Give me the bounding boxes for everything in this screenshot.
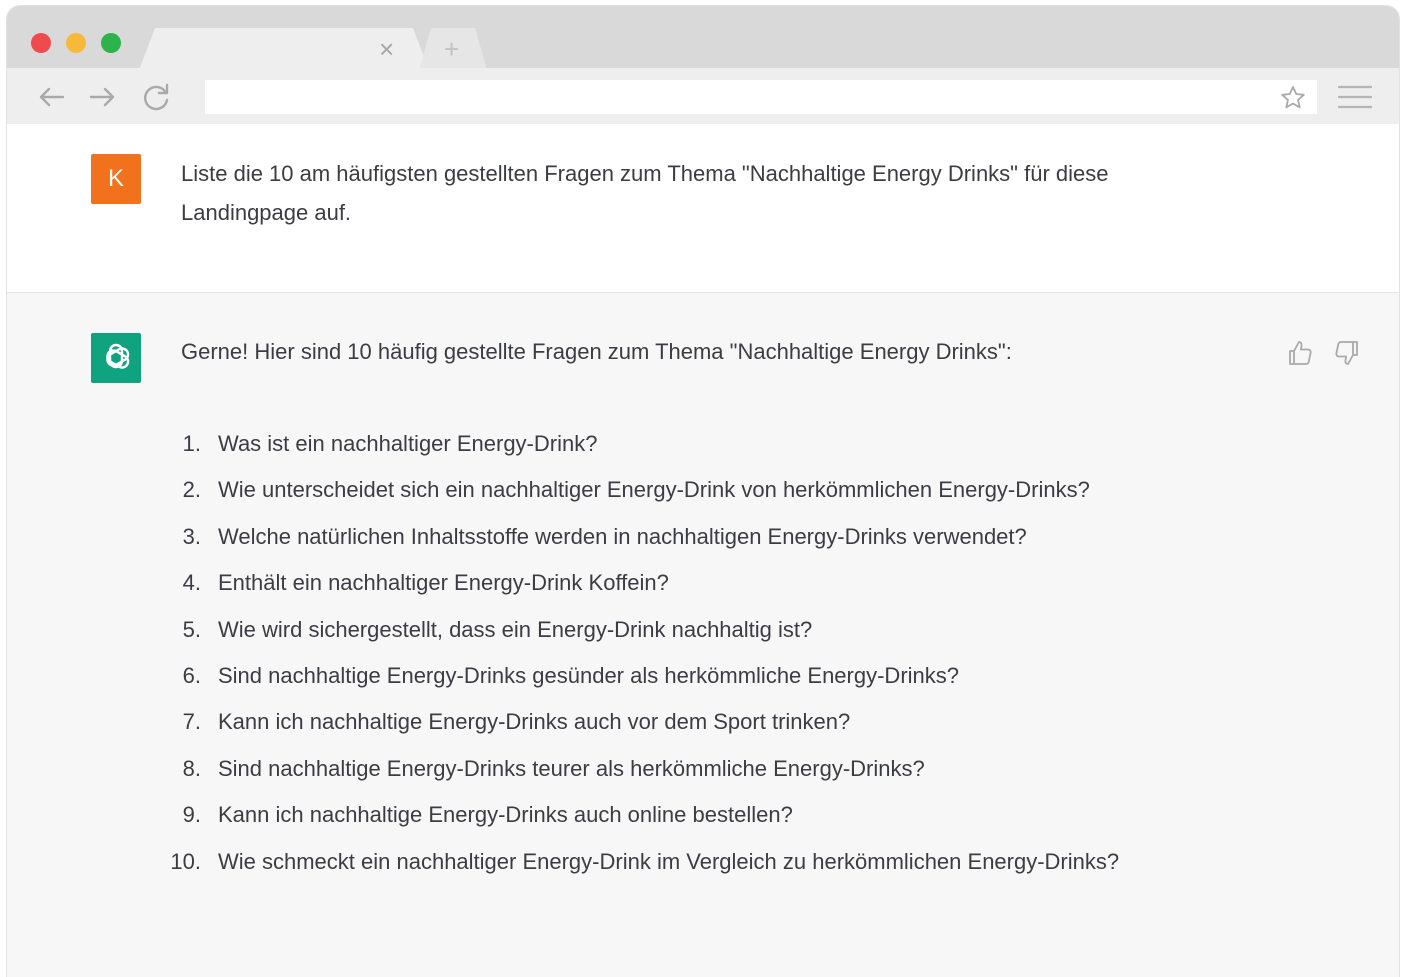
faq-number: 10.	[170, 848, 201, 874]
plus-icon[interactable]: +	[444, 34, 459, 64]
faq-question: Wie schmeckt ein nachhaltiger Energy-Dri…	[218, 848, 1120, 874]
address-bar[interactable]	[205, 80, 1317, 114]
faq-number: 4.	[182, 570, 201, 596]
maximize-window-button[interactable]	[101, 33, 121, 53]
faq-number: 7.	[182, 709, 201, 735]
faq-item: 9. Kann ich nachhaltige Energy-Drinks auc…	[161, 792, 1291, 838]
faq-number: 5.	[182, 616, 201, 642]
faq-question: Kann ich nachhaltige Energy-Drinks auch …	[218, 802, 793, 828]
faq-question: Sind nachhaltige Energy-Drinks gesünder …	[218, 663, 960, 689]
reload-icon[interactable]	[139, 80, 173, 114]
user-message-text: Liste die 10 am häufigsten gestellten Fr…	[181, 161, 1109, 225]
browser-toolbar	[7, 68, 1399, 125]
faq-question: Wie wird sichergestellt, dass ein Energy…	[218, 616, 813, 642]
thumbs-down-icon[interactable]	[1333, 339, 1361, 367]
faq-number: 1.	[182, 431, 201, 456]
back-arrow-icon[interactable]	[35, 80, 69, 114]
assistant-message: Gerne! Hier sind 10 häufig gestellte Fra…	[7, 293, 1399, 977]
forward-arrow-icon[interactable]	[85, 80, 119, 114]
faq-question: Was ist ein nachhaltiger Energy-Drink?	[218, 431, 598, 456]
faq-number: 2.	[182, 477, 201, 503]
faq-item: 6. Sind nachhaltige Energy-Drinks gesünde…	[161, 653, 1291, 699]
faq-number: 3.	[182, 523, 201, 549]
faq-question: Enthält ein nachhaltiger Energy-Drink Ko…	[218, 570, 669, 596]
user-avatar: K	[91, 154, 141, 204]
faq-item: 3. Welche natürlichen Inhaltsstoffe werde…	[161, 514, 1291, 560]
faq-question: Wie unterscheidet sich ein nachhaltiger …	[218, 477, 1090, 503]
browser-window: × + K Liste die 10 am häufigsten gestell…	[6, 5, 1400, 977]
faq-number: 9.	[182, 802, 201, 828]
menu-icon[interactable]	[1337, 82, 1373, 112]
star-icon[interactable]	[1279, 84, 1307, 112]
assistant-avatar	[91, 333, 141, 383]
faq-item: 5. Wie wird sichergestellt, dass ein Ener…	[161, 607, 1291, 653]
faq-item: 4. Enthält ein nachhaltiger Energy-Drink …	[161, 560, 1291, 606]
faq-item: 10. Wie schmeckt ein nachhaltiger Energy-…	[161, 839, 1291, 885]
faq-item: 7. Kann ich nachhaltige Energy-Drinks auc…	[161, 699, 1291, 745]
faq-item: 2. Wie unterscheidet sich ein nachhaltige…	[161, 467, 1291, 513]
faq-list: 1. Was ist ein nachhaltiger Energy-Drink?…	[161, 421, 1291, 885]
faq-question: Welche natürlichen Inhaltsstoffe werden …	[218, 523, 1027, 549]
assistant-intro-text: Gerne! Hier sind 10 häufig gestellte Fra…	[181, 339, 1012, 364]
tab-close-icon[interactable]: ×	[379, 34, 394, 64]
faq-number: 6.	[182, 663, 201, 689]
title-bar: × +	[7, 6, 1399, 70]
faq-question: Kann ich nachhaltige Energy-Drinks auch …	[218, 709, 851, 735]
faq-number: 8.	[182, 755, 201, 781]
faq-item: 1. Was ist ein nachhaltiger Energy-Drink?	[161, 421, 1291, 467]
thumbs-up-icon[interactable]	[1286, 339, 1314, 367]
user-message: K Liste die 10 am häufigsten gestellten …	[7, 124, 1399, 293]
close-window-button[interactable]	[31, 33, 51, 53]
openai-logo-icon	[106, 343, 130, 369]
minimize-window-button[interactable]	[66, 33, 86, 53]
faq-item: 8. Sind nachhaltige Energy-Drinks teurer …	[161, 746, 1291, 792]
faq-question: Sind nachhaltige Energy-Drinks teurer al…	[218, 755, 925, 781]
